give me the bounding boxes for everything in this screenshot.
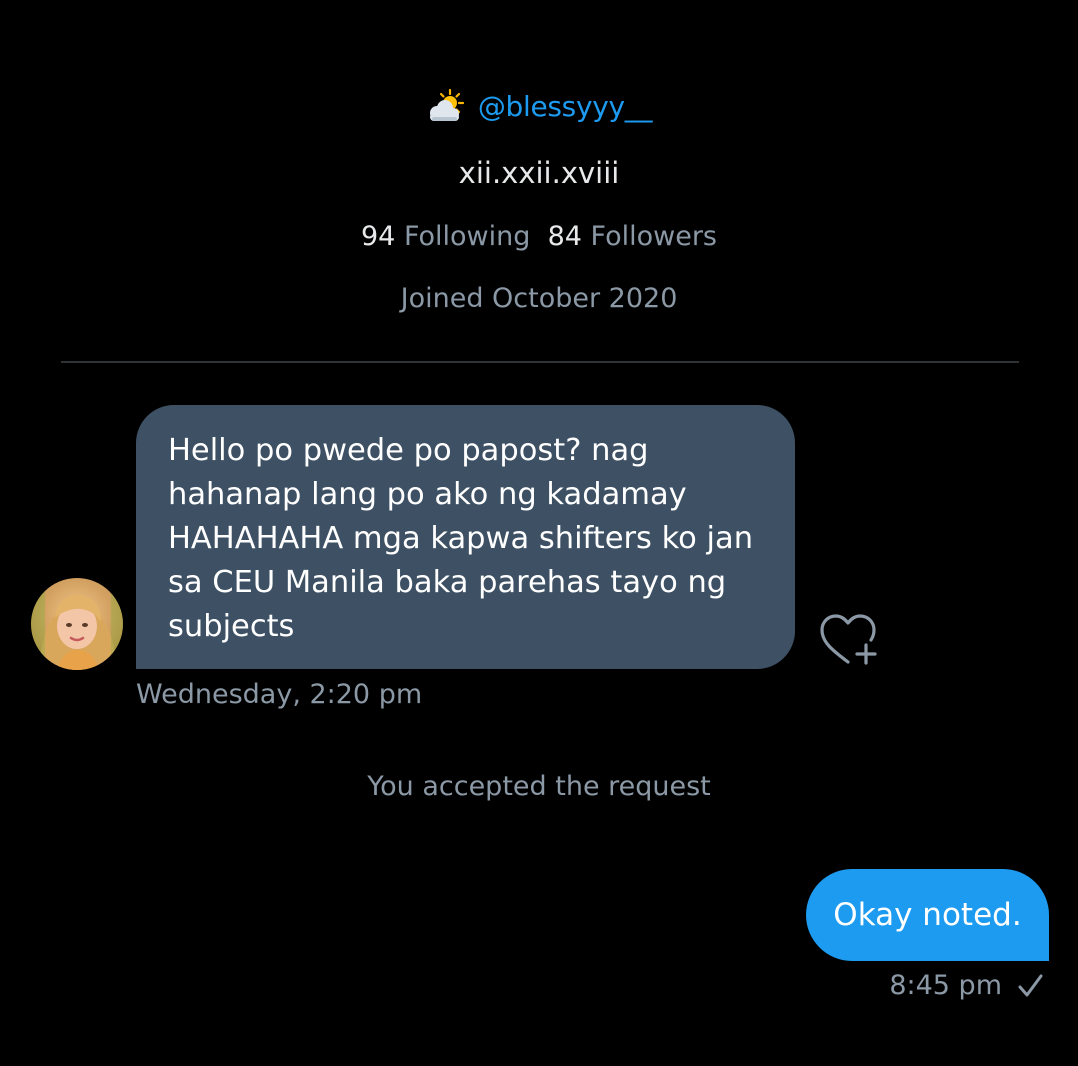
sent-check-icon [1016, 972, 1044, 1000]
avatar[interactable] [31, 578, 123, 670]
following-count: 94 [360, 221, 396, 252]
outgoing-message-bubble[interactable]: Okay noted. [806, 869, 1049, 961]
incoming-message-timestamp: Wednesday, 2:20 pm [136, 679, 423, 710]
heart-plus-icon[interactable] [818, 612, 880, 668]
followers-link[interactable]: 84 Followers [548, 221, 717, 252]
following-label: Following [403, 221, 531, 252]
conversation-profile-header: @blessyyy__ xii.xxii.xviii 94 Following … [0, 0, 1078, 362]
divider [61, 361, 1019, 363]
joined-date: Joined October 2020 [400, 283, 678, 314]
sun-behind-cloud-icon [426, 88, 464, 124]
outgoing-message-meta: 8:45 pm [889, 970, 1044, 1001]
profile-handle-link[interactable]: @blessyyy__ [478, 90, 653, 123]
following-link[interactable]: 94 Following [361, 221, 530, 252]
profile-stats: 94 Following 84 Followers [0, 221, 1078, 252]
outgoing-message-text: Okay noted. [833, 897, 1022, 933]
followers-label: Followers [590, 221, 717, 252]
handle-row[interactable]: @blessyyy__ [0, 88, 1078, 124]
outgoing-message-timestamp: 8:45 pm [889, 970, 1002, 1001]
followers-count: 84 [547, 221, 582, 252]
request-accepted-notice: You accepted the request [367, 771, 711, 802]
profile-bio: xii.xxii.xviii [458, 156, 620, 190]
incoming-message-bubble[interactable]: Hello po pwede po papost? nag hahanap la… [136, 405, 795, 669]
